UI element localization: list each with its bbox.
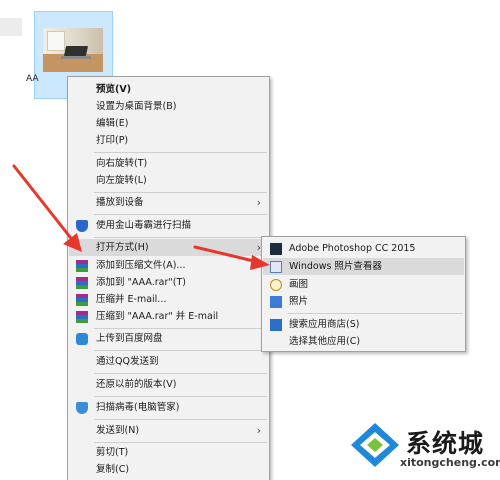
watermark-url: xitongcheng.com [400, 456, 500, 469]
red-arrow-to-photo-viewer [193, 245, 270, 270]
red-annotation-arrows [12, 164, 270, 270]
red-arrow-to-open-with [12, 164, 82, 252]
xitongcheng-logo-icon [351, 423, 399, 467]
watermark-title: 系统城 [406, 429, 485, 458]
